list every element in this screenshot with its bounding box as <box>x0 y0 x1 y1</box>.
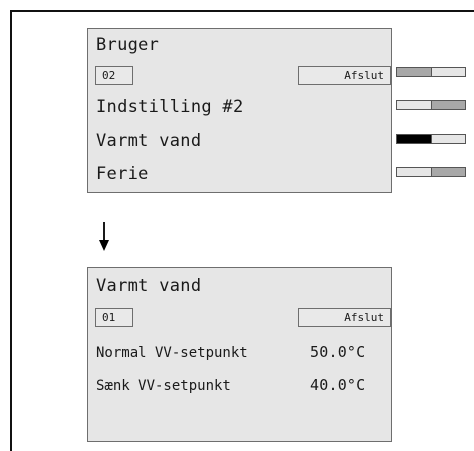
frame-left-border <box>10 10 12 451</box>
frame-top-border <box>10 10 474 12</box>
exit-button[interactable]: Afslut <box>298 66 391 85</box>
selection-field[interactable]: 01 <box>95 308 133 327</box>
menu-item-ferie[interactable]: Ferie <box>96 164 149 184</box>
indicator-switch <box>396 67 466 77</box>
screen-title: Varmt vand <box>96 276 202 296</box>
setpoint-label-saenk: Sænk VV-setpunkt <box>96 378 231 394</box>
switch-segment-left <box>397 168 431 176</box>
switch-segment-right <box>430 68 465 76</box>
switch-segment-left <box>397 101 431 109</box>
menu-item-indstilling-2[interactable]: Indstilling #2 <box>96 97 244 117</box>
setpoint-value-normal[interactable]: 50.0°C <box>310 343 365 361</box>
screen-title: Bruger <box>96 35 160 55</box>
selection-field[interactable]: 02 <box>95 66 133 85</box>
switch-segment-left <box>397 135 431 143</box>
setpoint-value-saenk[interactable]: 40.0°C <box>310 376 365 394</box>
indicator-switch <box>396 167 466 177</box>
detail-screen-varmt-vand: Varmt vand 01 Afslut Normal VV-setpunkt … <box>87 267 392 442</box>
menu-screen-bruger: Bruger 02 Afslut Indstilling #2 Varmt va… <box>87 28 392 193</box>
switch-segment-left <box>397 68 431 76</box>
setpoint-label-normal: Normal VV-setpunkt <box>96 345 248 361</box>
switch-segment-right <box>430 168 465 176</box>
switch-segment-right <box>430 101 465 109</box>
exit-button[interactable]: Afslut <box>298 308 391 327</box>
indicator-switch <box>396 100 466 110</box>
switch-segment-right <box>430 135 465 143</box>
down-arrow-icon <box>99 222 109 251</box>
indicator-switch <box>396 134 466 144</box>
menu-item-varmt-vand[interactable]: Varmt vand <box>96 131 201 151</box>
